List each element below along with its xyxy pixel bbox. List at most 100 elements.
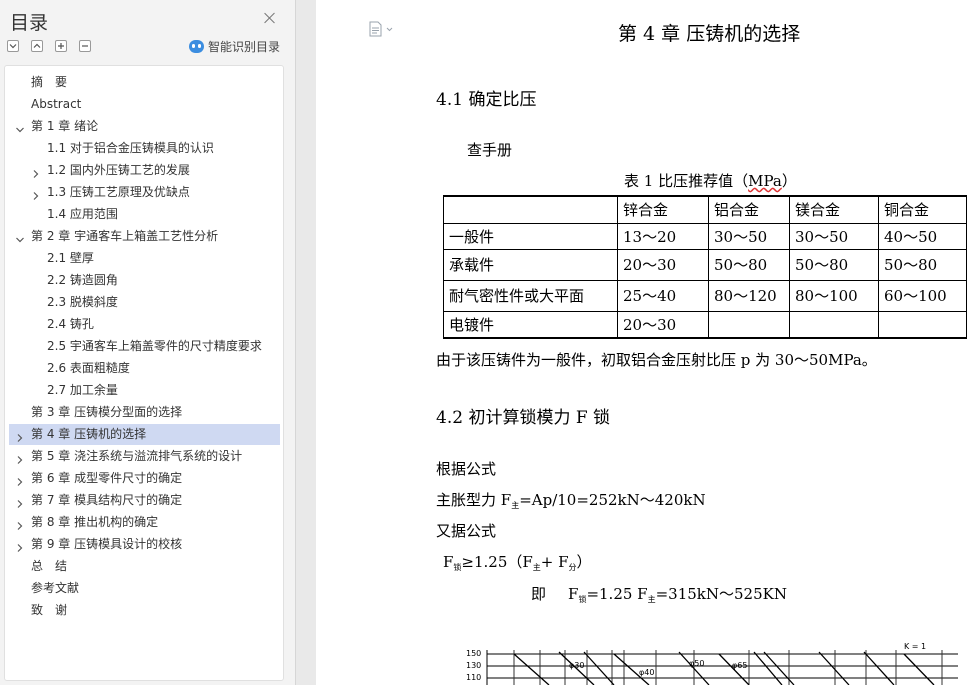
document-icon[interactable]	[368, 21, 394, 37]
chevron-right-icon[interactable]	[15, 495, 25, 508]
toc-item-label: 第 5 章 浇注系统与溢流排气系统的设计	[31, 449, 243, 463]
table-header-cell: 镁合金	[789, 195, 879, 224]
toc-item[interactable]: 第 7 章 模具结构尺寸的确定	[9, 490, 280, 511]
toc-item[interactable]: 参考文献	[9, 578, 280, 599]
table-caption-prefix: 表 1 比压推荐值（	[624, 172, 749, 190]
toc-item-label: 2.5 宇通客车上箱盖零件的尺寸精度要求	[47, 339, 262, 353]
table-cell: 80～100	[789, 279, 879, 312]
toc-item-label: 1.4 应用范围	[47, 207, 118, 221]
toc-item-label: 1.1 对于铝合金压铸模具的认识	[47, 141, 214, 155]
chevron-up-icon	[33, 43, 41, 48]
toc-item-label: 第 3 章 压铸模分型面的选择	[31, 405, 183, 419]
toc-item-label: 第 1 章 绪论	[31, 119, 99, 133]
toc-item-label: 2.7 加工余量	[47, 383, 118, 397]
table-cell: 50～80	[708, 248, 790, 281]
toc-item-label: 总 结	[31, 559, 68, 573]
toc-item[interactable]: 2.5 宇通客车上箱盖零件的尺寸精度要求	[9, 336, 280, 357]
toc-item[interactable]: 第 5 章 浇注系统与溢流排气系统的设计	[9, 446, 280, 467]
toc-item-label: 2.6 表面粗糙度	[47, 361, 130, 375]
chevron-right-icon[interactable]	[15, 429, 25, 442]
chevron-right-icon[interactable]	[15, 451, 25, 464]
add-heading-button[interactable]	[55, 40, 67, 52]
toc-item[interactable]: 第 8 章 推出机构的确定	[9, 512, 280, 533]
nomogram-y-110: 110	[466, 673, 481, 682]
toc-item[interactable]: 第 9 章 压铸模具设计的校核	[9, 534, 280, 555]
table-cell	[708, 310, 790, 339]
table-cell: 50～80	[789, 248, 879, 281]
table-header-row: 锌合金 铝合金 镁合金 铜合金	[443, 195, 967, 224]
smart-toc-button[interactable]: 智能识别目录	[189, 38, 280, 55]
toc-item-label: 1.2 国内外压铸工艺的发展	[47, 163, 190, 177]
section-heading-4-1: 4.1 确定比压	[436, 90, 537, 110]
chapter-title: 第 4 章 压铸机的选择	[618, 23, 801, 45]
ai-robot-icon	[189, 40, 204, 53]
toc-item[interactable]: 第 3 章 压铸模分型面的选择	[9, 402, 280, 423]
toc-item[interactable]: 2.3 脱模斜度	[9, 292, 280, 313]
toc-title: 目录	[10, 12, 49, 34]
f2-sub-c: 分	[568, 563, 577, 572]
toc-item[interactable]: 第 6 章 成型零件尺寸的确定	[9, 468, 280, 489]
chevron-right-icon[interactable]	[31, 187, 41, 200]
close-icon[interactable]	[263, 11, 277, 25]
toc-item-label: 摘 要	[31, 75, 68, 89]
table-cell: 30～50	[789, 222, 879, 250]
table-cell: 13～20	[617, 222, 709, 250]
nomogram-k-label: K = 1	[904, 642, 926, 651]
expand-all-button[interactable]	[31, 40, 43, 52]
chevron-down-icon	[9, 44, 17, 49]
table-cell: 20～30	[617, 310, 709, 339]
remove-heading-button[interactable]	[79, 40, 91, 52]
f2-part-c: + F	[540, 553, 569, 571]
toc-item-label: 2.1 壁厚	[47, 251, 94, 265]
toc-item[interactable]: 2.7 加工余量	[9, 380, 280, 401]
table-header-cell: 铝合金	[708, 195, 790, 224]
toc-item[interactable]: 2.6 表面粗糙度	[9, 358, 280, 379]
f3-sub-b: 主	[647, 595, 656, 604]
toc-item[interactable]: 第 4 章 压铸机的选择	[9, 424, 280, 445]
chevron-down-icon[interactable]	[15, 121, 25, 133]
toc-item[interactable]: 第 1 章 绪论	[9, 116, 280, 137]
toc-item[interactable]: 第 2 章 宇通客车上箱盖工艺性分析	[9, 226, 280, 247]
collapse-all-button[interactable]	[7, 40, 19, 52]
toc-sidebar: 目录 智能识别目录 摘 要 Abstract 第 1 章 绪论 1.1 对于铝合金压铸…	[0, 0, 296, 685]
chevron-down-icon[interactable]	[15, 231, 25, 243]
toc-item-label: 2.3 脱模斜度	[47, 295, 118, 309]
toc-item-label: 致 谢	[31, 603, 68, 617]
table-cell: 80～120	[708, 279, 790, 312]
table-cell: 40～50	[878, 222, 967, 250]
chevron-right-icon[interactable]	[15, 517, 25, 530]
table-row-label: 一般件	[443, 222, 618, 250]
toc-item[interactable]: 2.2 铸造圆角	[9, 270, 280, 291]
table-caption-unit: MPa	[748, 172, 782, 190]
table-cell: 50～80	[878, 248, 967, 281]
toc-item[interactable]: 致 谢	[9, 600, 280, 621]
table-header-cell: 锌合金	[617, 195, 709, 224]
toc-item[interactable]: 1.2 国内外压铸工艺的发展	[9, 160, 280, 181]
table-row: 承载件 20～30 50～80 50～80 50～80	[443, 248, 967, 281]
table-row: 一般件 13～20 30～50 30～50 40～50	[443, 222, 967, 250]
toc-item[interactable]: 总 结	[9, 556, 280, 577]
toc-item[interactable]: 2.1 壁厚	[9, 248, 280, 269]
nomogram-d30: φ30	[569, 661, 584, 670]
smart-toc-label: 智能识别目录	[208, 40, 281, 54]
toc-item[interactable]: Abstract	[9, 94, 280, 115]
toc-item[interactable]: 摘 要	[9, 72, 280, 93]
table-header-cell	[443, 195, 618, 224]
chevron-right-icon[interactable]	[31, 165, 41, 178]
nomogram-d50: φ50	[689, 659, 704, 668]
chevron-right-icon[interactable]	[15, 539, 25, 552]
formula-expansion-force: 主胀型力 F主=Ap/10=252kN～420kN	[436, 489, 706, 511]
chevron-right-icon[interactable]	[15, 473, 25, 486]
table-row: 耐气密性件或大平面 25～40 80～120 80～100 60～100	[443, 279, 967, 312]
toc-item[interactable]: 1.3 压铸工艺原理及优缺点	[9, 182, 280, 203]
nomogram-d65: φ65	[732, 661, 747, 670]
f2-part-a: F	[443, 553, 454, 571]
toc-item-label: 第 8 章 推出机构的确定	[31, 515, 159, 529]
toc-item[interactable]: 1.4 应用范围	[9, 204, 280, 225]
f1-subscript: 主	[511, 501, 520, 510]
formula-locking-result: 即 F锁=1.25 F主=315kN～525KN	[531, 583, 787, 605]
toc-item[interactable]: 2.4 铸孔	[9, 314, 280, 335]
f2-sub-b: 主	[532, 563, 541, 572]
table-header-cell: 铜合金	[878, 195, 967, 224]
toc-item[interactable]: 1.1 对于铝合金压铸模具的认识	[9, 138, 280, 159]
